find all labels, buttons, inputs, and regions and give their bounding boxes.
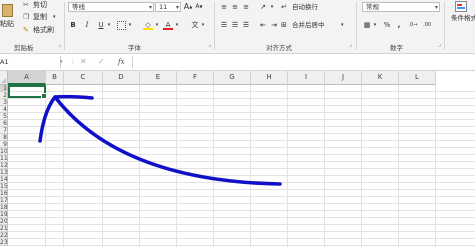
name-box[interactable]: A1 <box>0 56 61 68</box>
formula-input[interactable] <box>132 56 475 68</box>
chevron-down-icon: ▾ <box>434 4 438 11</box>
chevron-down-icon: ▾ <box>341 22 344 28</box>
paste-button[interactable]: 粘贴 <box>0 2 16 38</box>
copy-icon: ❐ <box>23 13 30 21</box>
percent-button[interactable]: % <box>382 20 392 30</box>
chevron-down-icon[interactable]: ▾ <box>154 20 160 30</box>
dialog-launcher-icon[interactable]: ⌟ <box>349 41 352 48</box>
cancel-icon[interactable]: ✕ <box>80 56 87 68</box>
orientation-icon[interactable]: ↗ <box>258 2 268 12</box>
number-format-select[interactable]: 常规 ▾ <box>362 2 440 12</box>
merge-icon: ⊞ <box>281 21 287 29</box>
dialog-launcher-icon[interactable]: ⌟ <box>438 41 441 48</box>
align-left-icon[interactable]: ☰ <box>219 20 229 30</box>
format-painter-label: 格式刷 <box>33 26 54 34</box>
bold-label: B <box>70 21 76 29</box>
conditional-format-icon <box>455 1 467 12</box>
phonetic-label: 文 <box>191 21 199 29</box>
formula-bar: A1 ▾ ⋮ ✕ ✓ fx <box>0 54 475 71</box>
conditional-format-button[interactable]: 条件格式 <box>447 0 475 36</box>
chevron-down-icon[interactable]: ▾ <box>269 2 275 12</box>
scissors-icon: ✂ <box>23 1 29 9</box>
chevron-down-icon[interactable]: ▾ <box>60 56 63 68</box>
hand-drawn-arrow-annotation <box>38 94 282 186</box>
group-separator <box>356 2 357 50</box>
cut-label: 剪切 <box>33 1 47 9</box>
chevron-down-icon: ▾ <box>175 4 179 11</box>
brush-icon: ✎ <box>23 26 29 34</box>
paste-label: 粘贴 <box>0 20 14 28</box>
bold-button[interactable]: B <box>68 20 78 30</box>
currency-icon[interactable]: ▦ <box>362 20 372 30</box>
underline-label: U <box>98 21 104 29</box>
arrow-stroke <box>38 95 282 186</box>
wrap-text-button[interactable]: ↵ 自动换行 <box>281 2 333 12</box>
percent-label: % <box>383 21 391 29</box>
chevron-down-icon: ▾ <box>53 14 56 20</box>
phonetic-button[interactable]: 文 <box>190 20 200 30</box>
name-box-value: A1 <box>0 58 9 66</box>
align-top-icon[interactable]: ≡ <box>219 2 229 12</box>
insert-function-icon[interactable]: fx <box>118 56 125 68</box>
grow-font-button[interactable]: A▲ <box>183 2 193 12</box>
group-separator <box>214 2 215 50</box>
italic-button[interactable]: I <box>82 20 92 30</box>
conditional-format-label: 条件格式 <box>451 14 475 22</box>
fill-color-icon[interactable]: ◇ <box>143 20 153 30</box>
wrap-text-icon: ↵ <box>281 3 287 11</box>
comma-button[interactable]: , <box>394 20 404 30</box>
font-group-label: 字体 <box>128 44 141 52</box>
group-separator <box>444 2 445 50</box>
format-painter-button[interactable]: ✎ 格式刷 <box>23 25 63 35</box>
align-right-icon[interactable]: ☰ <box>241 20 251 30</box>
ribbon: 粘贴 ✂ 剪切 ❐ 复制 ▾ ✎ 格式刷 剪贴板 ⌟ 等线 ▾ 11 ▾ A▲ … <box>0 0 475 54</box>
font-name-select[interactable]: 等线 ▾ <box>68 2 154 12</box>
font-name-value: 等线 <box>72 3 85 11</box>
underline-button[interactable]: U <box>96 20 106 30</box>
align-center-icon[interactable]: ☰ <box>230 20 240 30</box>
clipboard-group-label: 剪贴板 <box>14 44 34 52</box>
comma-label: , <box>397 21 401 29</box>
decrease-indent-icon[interactable]: ⇤ <box>258 20 268 30</box>
wrap-text-label: 自动换行 <box>292 3 318 11</box>
number-format-value: 常规 <box>366 3 379 11</box>
chevron-down-icon: ▾ <box>148 4 152 11</box>
font-size-value: 11 <box>159 3 168 11</box>
underline-dropdown-icon[interactable]: ▾ <box>106 20 112 30</box>
group-separator <box>64 2 65 50</box>
cut-button[interactable]: ✂ 剪切 <box>23 0 53 10</box>
font-size-select[interactable]: 11 ▾ <box>155 2 181 12</box>
paste-icon <box>2 4 13 17</box>
italic-label: I <box>85 21 89 29</box>
align-bottom-icon[interactable]: ≡ <box>241 2 251 12</box>
merge-center-button[interactable]: ⊞ 合并后居中 ▾ <box>281 20 347 30</box>
decrease-decimal-icon[interactable]: .00 <box>422 20 432 30</box>
copy-button[interactable]: ❐ 复制 ▾ <box>23 12 63 22</box>
number-group-label: 数字 <box>390 44 403 52</box>
font-color-button[interactable]: A <box>163 20 173 30</box>
more-icon: ⋮ <box>70 58 76 65</box>
shrink-font-button[interactable]: A▼ <box>194 2 204 12</box>
increase-decimal-icon[interactable]: .0→ <box>408 20 418 30</box>
alignment-group-label: 对齐方式 <box>266 44 292 52</box>
chevron-down-icon[interactable]: ▾ <box>174 20 180 30</box>
chevron-down-icon[interactable]: ▾ <box>372 20 378 30</box>
borders-icon[interactable] <box>116 20 126 30</box>
align-middle-icon[interactable]: ≡ <box>230 2 240 12</box>
increase-indent-icon[interactable]: ⇥ <box>269 20 279 30</box>
merge-center-label: 合并后居中 <box>292 21 325 29</box>
chevron-down-icon[interactable]: ▾ <box>200 20 206 30</box>
arrow-head <box>53 94 94 100</box>
enter-icon[interactable]: ✓ <box>98 56 105 68</box>
copy-label: 复制 <box>33 13 47 21</box>
dialog-launcher-icon[interactable]: ⌟ <box>58 41 61 48</box>
dialog-launcher-icon[interactable]: ⌟ <box>208 41 211 48</box>
chevron-down-icon[interactable]: ▾ <box>127 20 133 30</box>
worksheet-grid[interactable]: ABCDEFGHIJKL 1 2 3 4 5 6 7 8 9 10 11 12 13 14 15 16 17 18… <box>0 71 475 247</box>
